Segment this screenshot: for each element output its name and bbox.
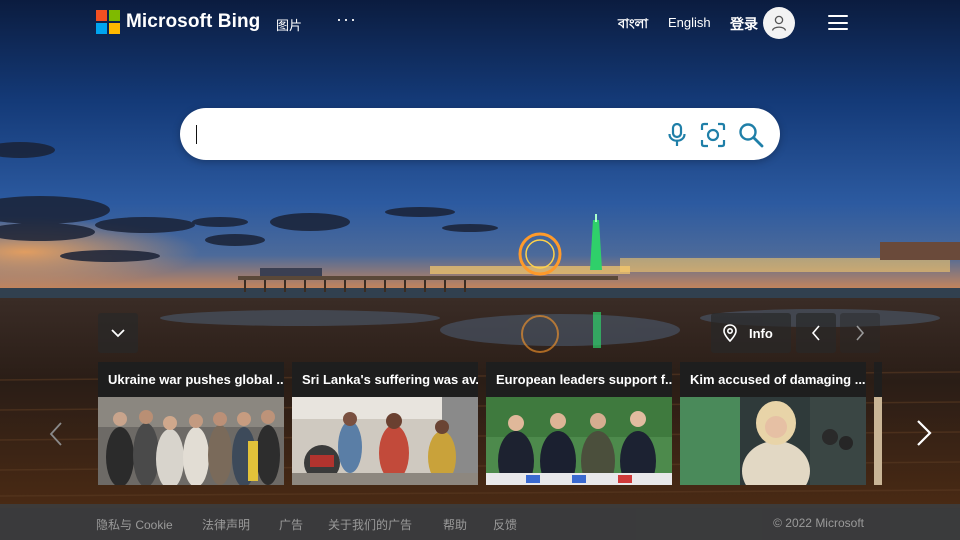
footer-feedback-link[interactable]: 反馈 (493, 516, 517, 533)
avatar[interactable] (763, 7, 795, 39)
footer-ads-link[interactable]: 广告 (279, 516, 303, 533)
news-card[interactable]: Ukraine war pushes global ... (98, 362, 284, 485)
footer-help-link[interactable]: 帮助 (443, 516, 467, 533)
news-card-image (292, 397, 478, 485)
footer-copyright: © 2022 Microsoft (773, 516, 864, 530)
footer: 隐私与 Cookie 法律声明 广告 关于我们的广告 帮助 反馈 © 2022 … (0, 504, 960, 540)
brand-name: Microsoft Bing (126, 11, 261, 32)
news-previous-button[interactable] (44, 416, 68, 452)
chevron-right-icon (917, 420, 932, 446)
footer-privacy-link[interactable]: 隐私与 Cookie (96, 516, 173, 533)
news-card-title: Kim accused of damaging ... (680, 362, 866, 397)
news-card-image (98, 397, 284, 485)
previous-image-button[interactable] (796, 313, 836, 353)
visual-search-icon[interactable] (700, 122, 726, 148)
footer-about-ads-link[interactable]: 关于我们的广告 (328, 516, 412, 533)
chevron-down-icon (111, 328, 125, 337)
chevron-left-icon (49, 422, 62, 446)
chevron-right-icon (856, 325, 865, 341)
search-box (180, 108, 780, 160)
language-bengali-link[interactable]: বাংলা (618, 15, 648, 36)
sign-in-link[interactable]: 登录 (730, 14, 758, 34)
location-pin-icon (723, 324, 737, 342)
bing-logo[interactable]: Microsoft Bing (96, 10, 260, 34)
news-card-title: European leaders support f... (486, 362, 672, 397)
footer-legal-link[interactable]: 法律声明 (202, 516, 250, 533)
microphone-icon[interactable] (664, 122, 690, 148)
microsoft-logo-icon (96, 10, 120, 34)
collapse-news-button[interactable] (98, 313, 138, 353)
nav-images-link[interactable]: 图片 (276, 15, 302, 34)
text-cursor (196, 125, 197, 144)
news-card-image (680, 397, 866, 485)
info-label: Info (749, 325, 773, 341)
language-english-link[interactable]: English (668, 15, 711, 30)
news-card-image (486, 397, 672, 485)
search-input[interactable] (196, 120, 656, 148)
news-next-button[interactable] (910, 414, 938, 452)
news-card-image (874, 397, 882, 485)
next-image-button[interactable] (840, 313, 880, 353)
news-card[interactable]: European leaders support f... (486, 362, 672, 485)
nav-more-menu[interactable]: ··· (336, 9, 357, 30)
top-header: Microsoft Bing 图片 ··· বাংলা English 登录 (0, 0, 960, 46)
user-icon (771, 15, 787, 31)
news-card-partial[interactable] (874, 362, 882, 485)
news-card[interactable]: Sri Lanka's suffering was av... (292, 362, 478, 485)
hamburger-menu-icon[interactable] (828, 15, 848, 30)
search-icon[interactable] (738, 122, 764, 148)
news-carousel: Ukraine war pushes global ... Sri Lanka'… (98, 362, 882, 486)
chevron-left-icon (811, 325, 820, 341)
news-card-title: Ukraine war pushes global ... (98, 362, 284, 397)
news-card[interactable]: Kim accused of damaging ... (680, 362, 866, 485)
news-card-title: Sri Lanka's suffering was av... (292, 362, 478, 397)
image-info-button[interactable]: Info (711, 313, 791, 353)
